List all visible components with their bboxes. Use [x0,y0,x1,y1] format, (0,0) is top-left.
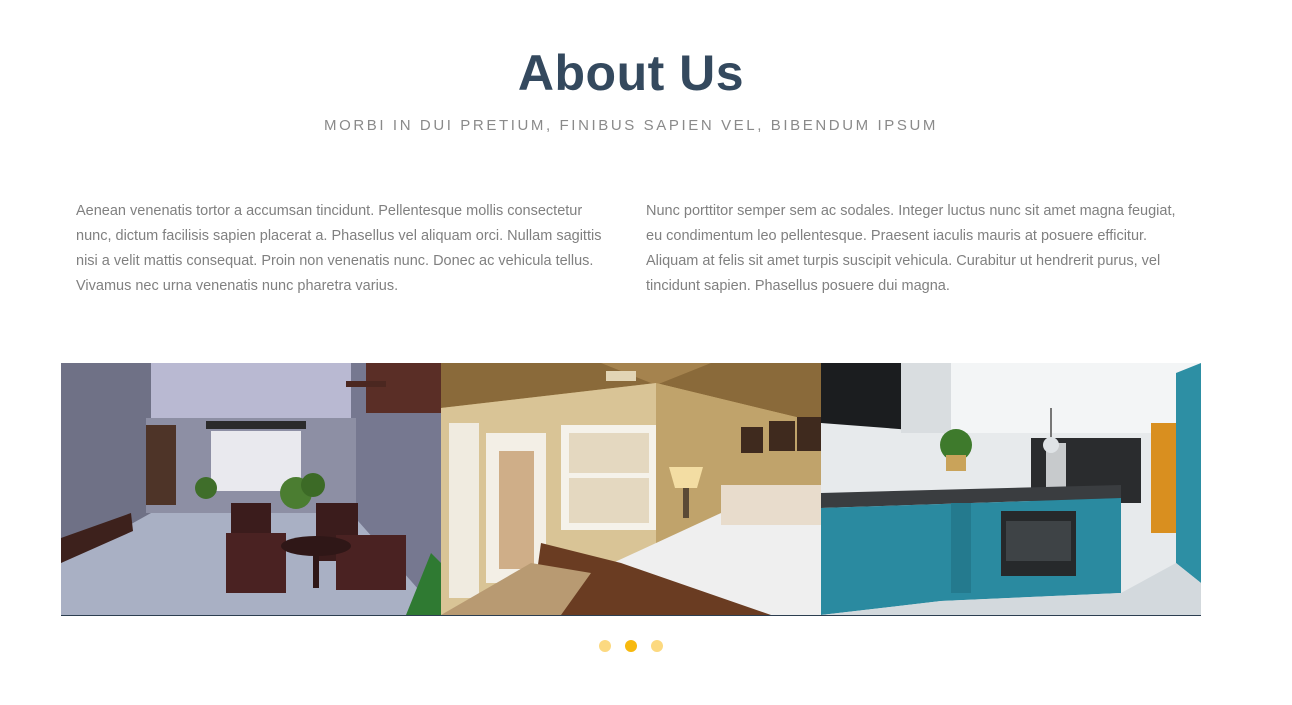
image-carousel[interactable] [61,363,1201,616]
carousel-dot-2[interactable] [625,640,637,652]
about-section: About Us MORBI IN DUI PRETIUM, FINIBUS S… [0,0,1292,705]
about-text-right: Nunc porttitor semper sem ac sodales. In… [646,203,1176,294]
courtyard-photo[interactable] [61,363,441,615]
bedroom-photo[interactable] [441,363,821,615]
section-title: About Us [517,45,745,101]
carousel-dot-3[interactable] [651,640,663,652]
section-subtitle: MORBI IN DUI PRETIUM, FINIBUS SAPIEN VEL… [324,117,938,134]
carousel-pagination [0,640,1262,652]
kitchen-photo[interactable] [821,363,1201,615]
carousel-dot-1[interactable] [599,640,611,652]
about-text-left: Aenean venenatis tortor a accumsan tinci… [76,203,602,294]
